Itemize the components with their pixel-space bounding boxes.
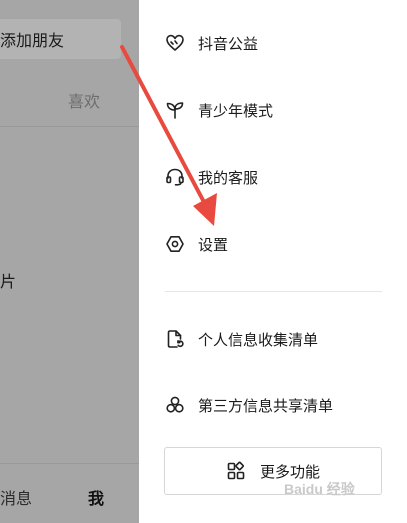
menu-item-label: 个人信息收集清单	[198, 330, 319, 349]
side-drawer: 抖音公益 青少年模式 我的客服 设置 个人信息收集清单 第三方信息共享清单 更多…	[139, 0, 407, 523]
grid-apps-icon	[226, 461, 246, 481]
menu-item-label: 第三方信息共享清单	[198, 396, 334, 415]
watermark-text: Baidu 经验	[284, 481, 355, 497]
add-friend-label: 添加朋友	[0, 31, 65, 50]
document-refresh-icon	[164, 328, 186, 350]
hexagon-settings-icon	[164, 233, 186, 255]
tab-likes[interactable]: 喜欢	[68, 88, 100, 112]
menu-item-label: 青少年模式	[198, 101, 274, 120]
menu-divider	[165, 291, 382, 292]
menu-item-label: 设置	[198, 235, 229, 254]
menu-item-customer-service[interactable]: 我的客服	[164, 162, 394, 192]
menu-item-settings[interactable]: 设置	[164, 229, 394, 259]
heart-hands-icon	[164, 32, 186, 54]
menu-item-charity[interactable]: 抖音公益	[164, 28, 394, 58]
menu-item-teen-mode[interactable]: 青少年模式	[164, 95, 394, 125]
app-background-dimmed: 添加朋友 喜欢 片 消息 我	[0, 0, 139, 523]
bottom-nav-me[interactable]: 我	[88, 485, 104, 509]
menu-item-third-party-sharing[interactable]: 第三方信息共享清单	[164, 390, 394, 420]
photo-text-fragment: 片	[0, 272, 17, 291]
bottom-nav-messages[interactable]: 消息	[0, 485, 32, 509]
tab-divider	[0, 126, 139, 127]
menu-item-label: 我的客服	[198, 168, 259, 187]
three-circles-icon	[164, 394, 186, 416]
menu-item-personal-info-list[interactable]: 个人信息收集清单	[164, 324, 394, 354]
headset-icon	[164, 166, 186, 188]
sprout-icon	[164, 99, 186, 121]
menu-item-label: 抖音公益	[198, 34, 259, 53]
add-friend-button[interactable]: 添加朋友	[0, 19, 121, 59]
bottom-nav-divider	[0, 463, 139, 464]
